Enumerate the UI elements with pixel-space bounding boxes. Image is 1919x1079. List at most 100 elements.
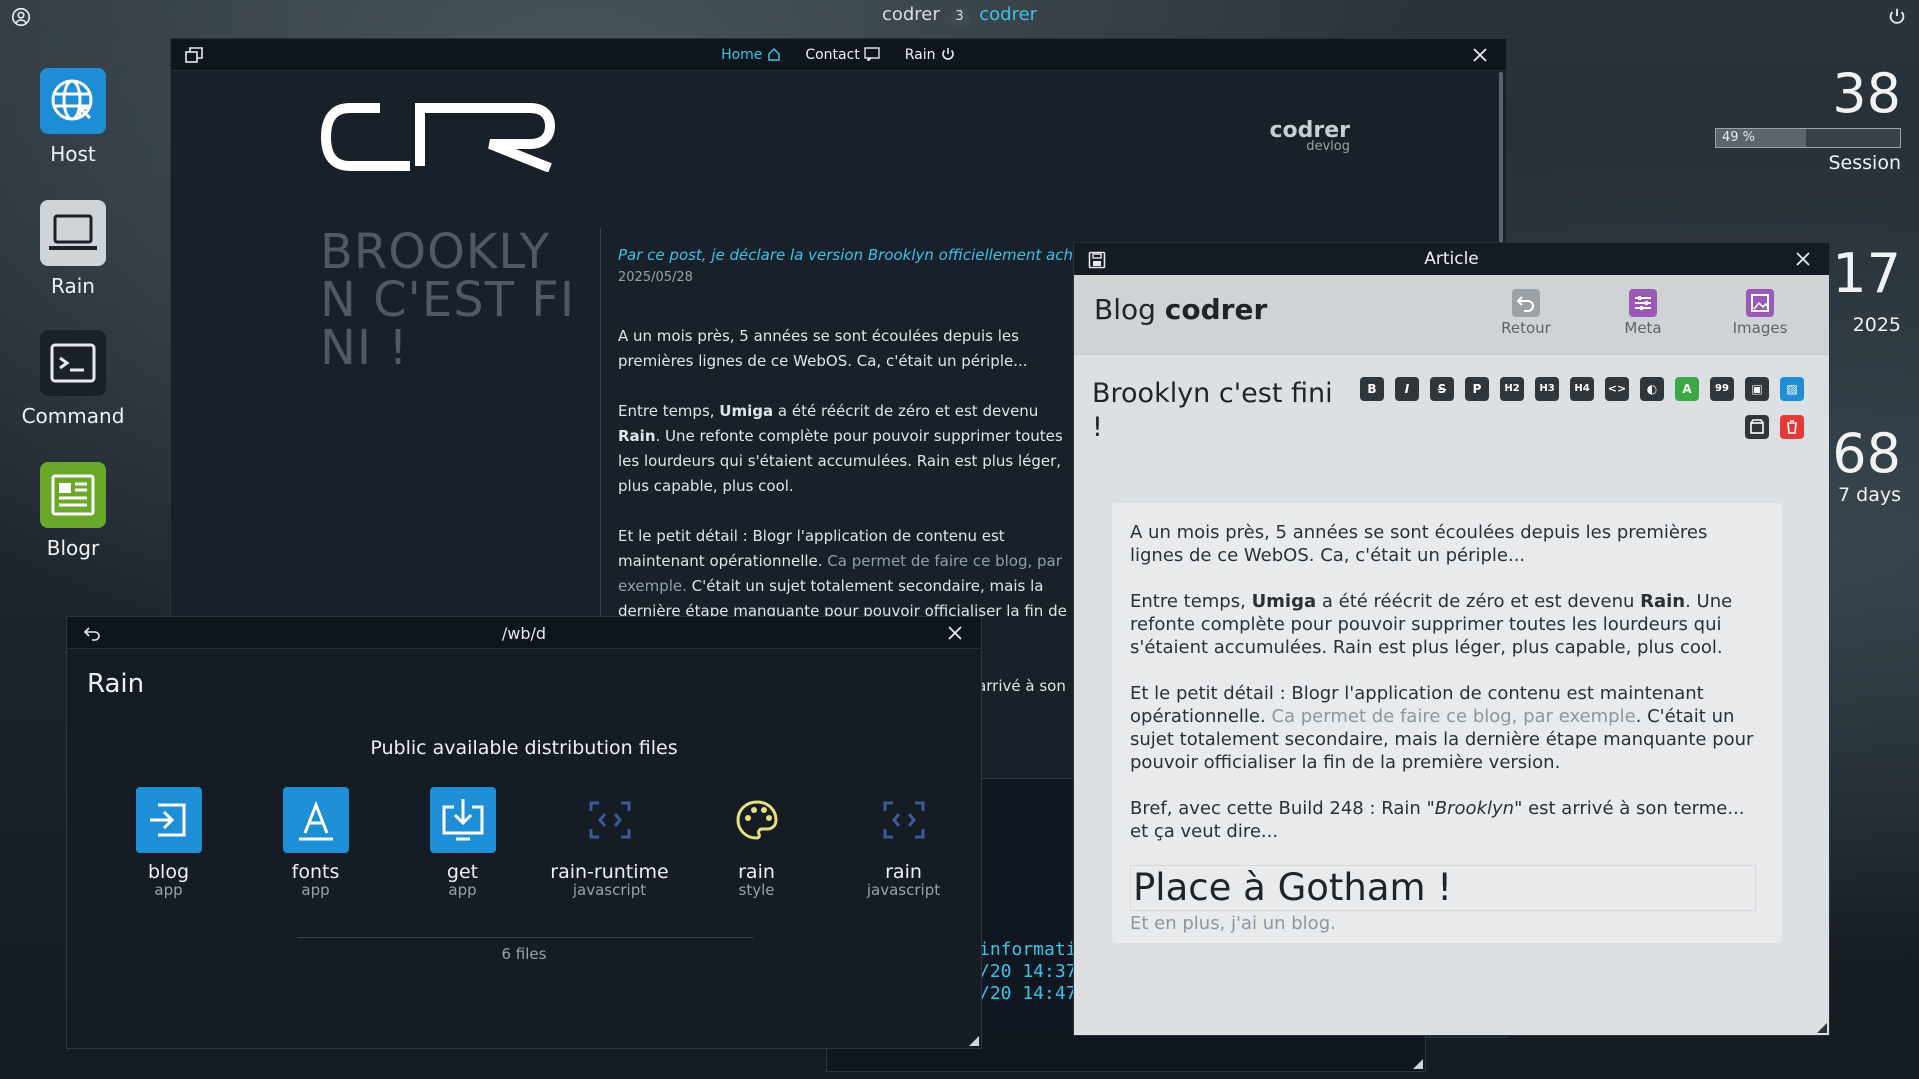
nav-rain-label: Rain <box>904 47 936 63</box>
chat-icon <box>864 47 880 63</box>
files-subtitle: Public available distribution files <box>370 737 678 759</box>
nav-contact[interactable]: Contact <box>805 47 880 63</box>
terminal-line: /20 14:37 <box>979 961 1077 982</box>
file-type: app <box>448 881 477 899</box>
codrer-logo <box>320 103 556 172</box>
blog-name: codrer <box>1164 293 1268 326</box>
text-italic: Brooklyn <box>1434 798 1515 819</box>
close-icon[interactable] <box>1793 249 1813 269</box>
post-paragraph: Entre temps, Umiga a été réécrit de zéro… <box>618 399 1078 499</box>
meta-label: Meta <box>1624 319 1662 337</box>
desktop-icon-label: Blogr <box>46 536 100 560</box>
embed-button[interactable]: ▣ <box>1745 377 1769 401</box>
laptop-icon <box>40 200 106 266</box>
text: Entre temps, <box>1130 591 1252 612</box>
file-item-get[interactable]: get app <box>389 787 536 899</box>
close-icon[interactable] <box>945 623 965 643</box>
terminal-line: informatio <box>979 939 1088 960</box>
nav-home-label: Home <box>721 47 763 63</box>
file-type: style <box>738 881 775 899</box>
desktop-icon-label: Command <box>21 404 125 428</box>
nav-rain[interactable]: Rain <box>905 47 956 63</box>
bold-button[interactable]: B <box>1360 377 1384 401</box>
text-color-button[interactable]: A <box>1675 377 1699 401</box>
session-user-accent[interactable]: codrer <box>979 4 1037 25</box>
session-count[interactable]: 3 <box>949 7 970 27</box>
file-type: app <box>301 881 330 899</box>
undo-icon <box>1512 289 1540 317</box>
contrast-button[interactable]: ◐ <box>1640 377 1664 401</box>
text-bold: Rain <box>1640 591 1686 612</box>
post-intro: Par ce post, je déclare la version Brook… <box>618 246 1078 264</box>
article-window-title: Article <box>1424 249 1479 269</box>
file-item-rain-javascript[interactable]: rain javascript <box>830 787 977 899</box>
h4-button[interactable]: H4 <box>1570 377 1594 401</box>
resize-handle[interactable] <box>969 1036 979 1046</box>
session-widget: 38 49 % Session <box>1715 64 1901 174</box>
desktop-icon-label: Host <box>50 142 96 166</box>
blog-window-titlebar[interactable]: Home Contact Rain <box>171 39 1506 71</box>
paragraph-button[interactable]: P <box>1465 377 1489 401</box>
meta-button[interactable]: Meta <box>1603 289 1683 337</box>
days-widget: 68 7 days <box>1832 424 1901 507</box>
files-title: Rain <box>87 669 145 699</box>
file-item-fonts[interactable]: fonts app <box>242 787 389 899</box>
images-button[interactable]: Images <box>1720 289 1800 337</box>
article-heading[interactable]: Place à Gotham ! <box>1130 865 1756 911</box>
text-link[interactable]: Ca permet de faire ce blog, par exemple <box>1271 706 1635 727</box>
files-window-titlebar[interactable]: /wb/d <box>67 617 981 649</box>
file-item-rain-style[interactable]: rain style <box>683 787 830 899</box>
image-icon <box>1746 289 1774 317</box>
desktop-icon-rain[interactable]: Rain <box>13 200 133 298</box>
file-item-blog[interactable]: blog app <box>95 787 242 899</box>
sliders-icon <box>1629 289 1657 317</box>
file-name: get <box>446 861 479 883</box>
article-editor[interactable]: A un mois près, 5 années se sont écoulée… <box>1112 503 1782 943</box>
file-type: javascript <box>866 881 941 899</box>
quote-button[interactable]: 99 <box>1710 377 1734 401</box>
archive-icon[interactable] <box>1745 415 1769 439</box>
files-window: /wb/d Rain Public available distribution… <box>66 616 982 1049</box>
post-title: BROOKLYN C'EST FINI ! <box>320 224 576 376</box>
desktop-icon-blogr[interactable]: Blogr <box>13 462 133 560</box>
h2-button[interactable]: H2 <box>1500 377 1524 401</box>
nav-home[interactable]: Home <box>721 47 781 63</box>
file-name: fonts <box>291 861 340 883</box>
article-window-titlebar[interactable]: Article <box>1074 243 1829 275</box>
code-icon <box>577 787 643 853</box>
retour-button[interactable]: Retour <box>1486 289 1566 337</box>
images-label: Images <box>1732 319 1788 337</box>
italic-button[interactable]: I <box>1395 377 1419 401</box>
session-indicator: codrer 3 codrer <box>0 4 1919 27</box>
desktop-icon-host[interactable]: Host <box>13 68 133 166</box>
text: a été réécrit de zéro et est devenu <box>1316 591 1641 612</box>
login-icon <box>135 787 202 853</box>
file-type: javascript <box>572 881 647 899</box>
delete-icon[interactable] <box>1780 415 1804 439</box>
article-paragraph: Bref, avec cette Build 248 : Rain "Brook… <box>1130 797 1760 843</box>
image-insert-button[interactable]: ▨ <box>1780 377 1804 401</box>
font-icon <box>282 787 349 853</box>
terminal-icon <box>40 330 106 396</box>
h3-button[interactable]: H3 <box>1535 377 1559 401</box>
home-icon <box>768 47 780 61</box>
desktop-icon-label: Rain <box>51 274 95 298</box>
file-item-rain-runtime[interactable]: rain-runtime javascript <box>536 787 683 899</box>
resize-handle[interactable] <box>1413 1059 1423 1069</box>
text-bold: Umiga <box>719 402 774 420</box>
power-icon[interactable] <box>1886 6 1908 28</box>
article-title-input[interactable]: Brooklyn c'est fini ! <box>1092 377 1342 445</box>
post-date: 2025/05/28 <box>618 270 693 285</box>
article-heading-sub: Et en plus, j'ai un blog. <box>1130 913 1336 934</box>
file-name: blog <box>147 861 190 883</box>
session-user: codrer <box>881 4 940 25</box>
article-paragraph: Entre temps, Umiga a été réécrit de zéro… <box>1130 590 1760 659</box>
file-type: app <box>154 881 183 899</box>
strikethrough-button[interactable]: S <box>1430 377 1454 401</box>
resize-handle[interactable] <box>1817 1023 1827 1033</box>
code-button[interactable]: <> <box>1605 377 1629 401</box>
session-label: Session <box>1828 152 1902 174</box>
desktop-icon-command[interactable]: Command <box>13 330 133 428</box>
text: a été réécrit de zéro et est devenu <box>773 402 1039 420</box>
close-icon[interactable] <box>1470 45 1490 65</box>
